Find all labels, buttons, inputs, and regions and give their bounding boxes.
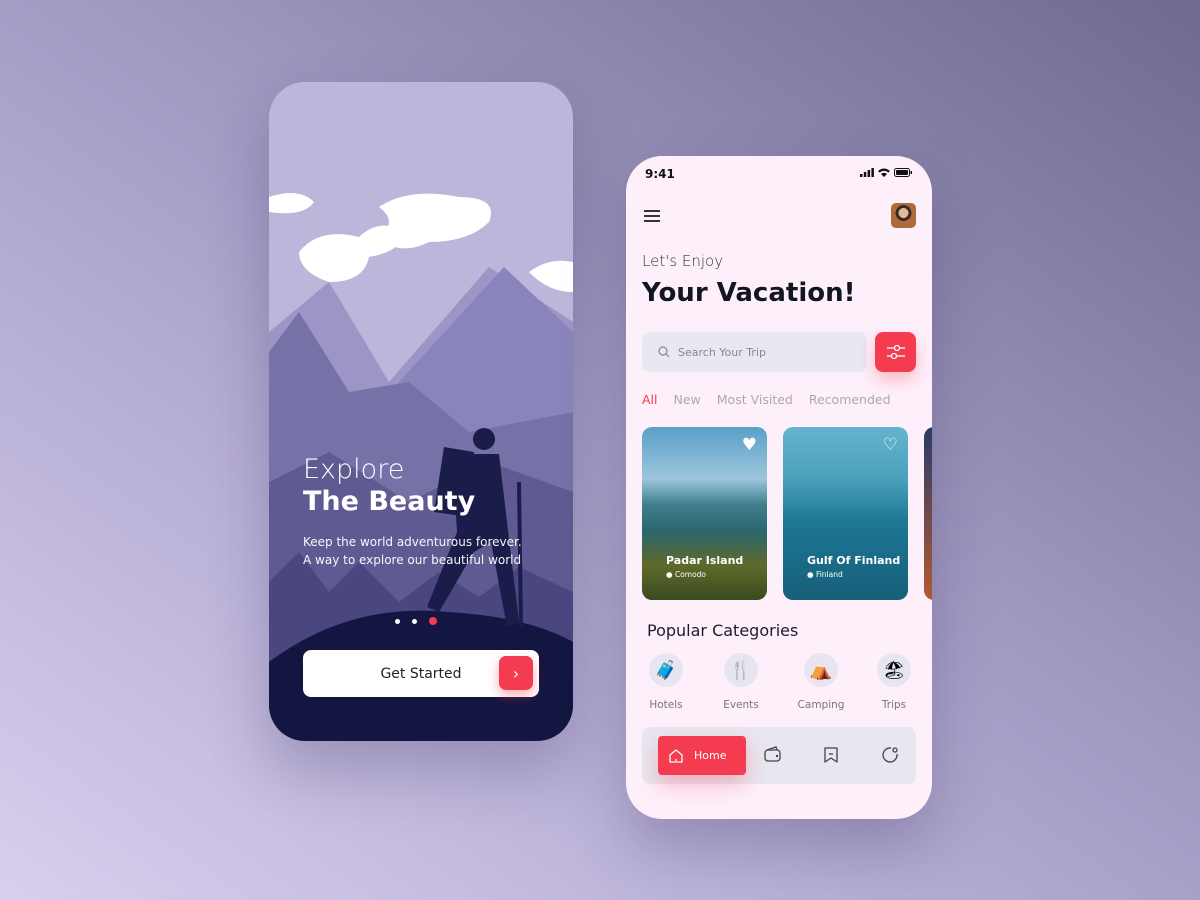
pin-icon: ●: [666, 570, 673, 579]
category-label: Events: [723, 699, 759, 711]
profile-icon[interactable]: [881, 746, 899, 764]
cutlery-icon: 🍴: [724, 653, 758, 687]
page-dot[interactable]: [395, 618, 400, 624]
home-icon: [669, 748, 683, 763]
tab-most-visited[interactable]: Most Visited: [717, 392, 793, 407]
status-icons: [860, 168, 912, 177]
section-title: Popular Categories: [647, 621, 799, 640]
tent-icon: ⛺: [804, 653, 838, 687]
category-hotels[interactable]: 🧳 Hotels: [636, 653, 696, 712]
heart-icon[interactable]: ♥: [742, 435, 757, 455]
page-dot-active[interactable]: [429, 617, 437, 625]
beach-icon: 🏖: [877, 653, 911, 687]
filter-button[interactable]: [875, 332, 916, 372]
page-dot[interactable]: [412, 618, 417, 624]
tab-new[interactable]: New: [674, 392, 701, 407]
onboarding-title-line1: Explore: [303, 454, 405, 485]
search-icon: [658, 346, 670, 358]
subtitle-line2: A way to explore our beautiful world: [303, 553, 522, 567]
place-name: Padar Island: [666, 554, 744, 567]
suitcase-icon: 🧳: [649, 653, 683, 687]
onboarding-subtitle: Keep the world adventurous forever. A wa…: [303, 533, 522, 569]
wifi-icon: [878, 168, 890, 177]
category-label: Trips: [881, 699, 907, 711]
category-events[interactable]: 🍴 Events: [711, 653, 771, 712]
avatar[interactable]: [891, 203, 916, 228]
location-text: Comodo: [674, 570, 707, 579]
nav-home[interactable]: Home: [658, 736, 746, 775]
page-title: Your Vacation!: [642, 278, 856, 308]
search-input[interactable]: Search Your Trip: [642, 332, 867, 372]
filter-tabs: All New Most Visited Recomended: [642, 392, 891, 407]
pin-icon: ●: [807, 570, 814, 579]
chevron-right-icon[interactable]: ›: [499, 656, 533, 690]
place-location: ● Comodo: [666, 570, 706, 579]
wallet-icon[interactable]: [764, 746, 782, 764]
hamburger-menu-icon[interactable]: [644, 210, 660, 225]
sliders-icon: [886, 345, 905, 359]
tab-recommended[interactable]: Recomended: [809, 392, 891, 407]
subtitle-line1: Keep the world adventurous forever.: [303, 535, 522, 549]
place-card[interactable]: ♡ Gulf Of Finland ● Finland: [783, 427, 908, 600]
nav-home-label: Home: [694, 749, 727, 762]
hiker-illustration: [269, 82, 573, 741]
category-trips[interactable]: 🏖 Trips: [864, 653, 924, 712]
heart-outline-icon[interactable]: ♡: [883, 435, 898, 455]
battery-icon: [894, 168, 912, 177]
onboarding-title-line2: The Beauty: [303, 486, 476, 517]
tab-all[interactable]: All: [642, 392, 658, 407]
signal-icon: [860, 168, 874, 177]
search-placeholder: Search Your Trip: [678, 345, 766, 359]
place-location: ● Finland: [807, 570, 843, 579]
page-indicator: [395, 617, 437, 625]
home-screen: 9:41 Let's Enjoy Your Vacation! Search Y…: [626, 156, 932, 819]
bookmark-icon[interactable]: [823, 746, 839, 764]
get-started-label: Get Started: [380, 665, 462, 682]
place-card-partial[interactable]: [924, 427, 932, 600]
bottom-nav: Home: [642, 727, 916, 784]
category-label: Camping: [797, 699, 845, 711]
category-label: Hotels: [649, 699, 683, 711]
onboarding-screen: Explore The Beauty Keep the world advent…: [269, 82, 573, 741]
location-text: Finland: [815, 570, 843, 579]
category-camping[interactable]: ⛺ Camping: [791, 653, 851, 712]
get-started-button[interactable]: Get Started ›: [303, 650, 539, 697]
place-card[interactable]: ♥ Padar Island ● Comodo: [642, 427, 767, 600]
greeting: Let's Enjoy: [642, 252, 724, 270]
place-name: Gulf Of Finland: [807, 554, 901, 567]
status-time: 9:41: [645, 167, 675, 181]
